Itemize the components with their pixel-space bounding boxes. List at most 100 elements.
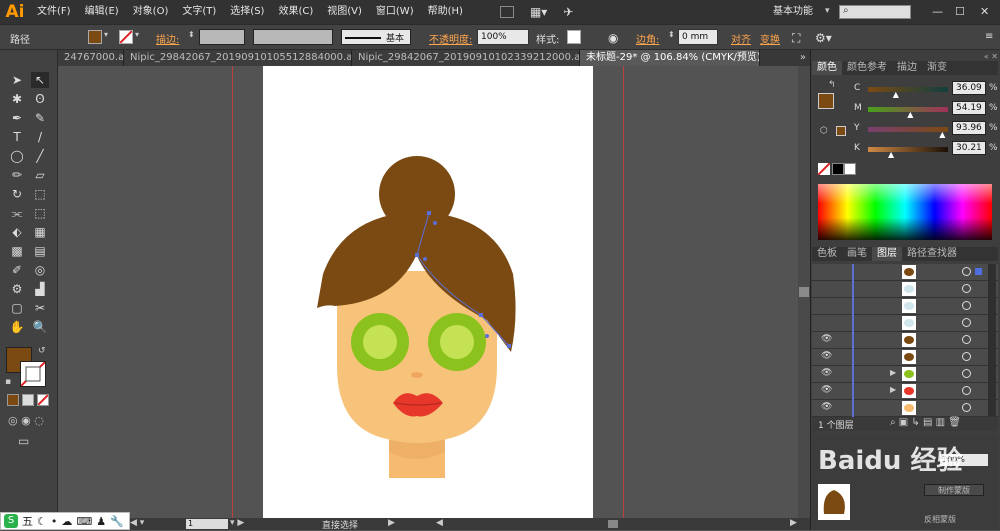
- prev-artboard-icon[interactable]: ◀ ▾: [130, 518, 144, 528]
- search-input[interactable]: ⌕: [839, 5, 911, 19]
- make-mask-button[interactable]: 制作蒙版: [924, 484, 984, 496]
- anchor-point[interactable]: [415, 253, 419, 257]
- tab-layers[interactable]: 图层: [872, 247, 902, 261]
- tab-gradient[interactable]: 渐变: [922, 61, 952, 75]
- tab-swatches[interactable]: 色板: [812, 247, 842, 261]
- panel-menu-icon[interactable]: ≡: [985, 31, 993, 42]
- tab-brushes[interactable]: 画笔: [842, 247, 872, 261]
- curvature-tool-icon[interactable]: ✎: [31, 110, 49, 126]
- menu-window[interactable]: 窗口(W): [369, 0, 421, 24]
- target-circle-icon[interactable]: [962, 284, 971, 293]
- screen-mode-icon[interactable]: ▭: [18, 434, 29, 448]
- tab-stroke[interactable]: 描边: [892, 61, 922, 75]
- anchor-handle[interactable]: [423, 257, 427, 261]
- punctuation-icon[interactable]: •: [51, 515, 58, 528]
- perspective-grid-tool-icon[interactable]: ▦: [31, 224, 49, 240]
- minimize-button[interactable]: —: [932, 5, 943, 18]
- target-circle-icon[interactable]: [962, 403, 971, 412]
- mesh-tool-icon[interactable]: ▩: [8, 243, 26, 259]
- menu-object[interactable]: 对象(O): [126, 0, 176, 24]
- tab-color-guide[interactable]: 颜色参考: [842, 61, 892, 75]
- free-transform-tool-icon[interactable]: ⬚: [31, 205, 49, 221]
- menu-file[interactable]: 文件(F): [30, 0, 78, 24]
- visibility-eye-icon[interactable]: 👁: [821, 368, 832, 378]
- eyedropper-tool-icon[interactable]: ✐: [8, 262, 26, 278]
- visibility-eye-icon[interactable]: 👁: [821, 351, 832, 361]
- blend-tool-icon[interactable]: ◎: [31, 262, 49, 278]
- arrange-documents-icon[interactable]: ▦▾: [530, 5, 547, 19]
- isolate-icon[interactable]: ⛶: [792, 31, 800, 46]
- artboard-tool-icon[interactable]: ▢: [8, 300, 26, 316]
- cucumber-left-inner[interactable]: [363, 325, 397, 359]
- layer-row[interactable]: 👁: [812, 400, 998, 417]
- mask-thumbnail[interactable]: [818, 484, 850, 520]
- layer-row[interactable]: 👁 ▶: [812, 366, 998, 383]
- channel-value-input[interactable]: 54.19: [952, 101, 986, 115]
- close-button[interactable]: ✕: [980, 5, 989, 18]
- column-graph-tool-icon[interactable]: ▟: [31, 281, 49, 297]
- layer-action-icons[interactable]: ⌕ ▣ ↳ ▤ ▥ 🗑: [890, 417, 961, 428]
- slider-knob-icon[interactable]: ▲: [888, 150, 894, 159]
- opacity-label[interactable]: 不透明度:: [429, 31, 472, 46]
- target-circle-icon[interactable]: [962, 335, 971, 344]
- tab-color[interactable]: 颜色: [812, 61, 842, 75]
- bridge-icon[interactable]: [499, 6, 514, 18]
- graphic-style-swatch[interactable]: [567, 30, 581, 44]
- channel-slider[interactable]: [868, 87, 948, 92]
- visibility-eye-icon[interactable]: 👁: [821, 385, 832, 395]
- none-mode-icon[interactable]: [37, 394, 49, 406]
- chevron-down-icon[interactable]: ▾: [104, 30, 108, 39]
- gradient-tool-icon[interactable]: ▤: [31, 243, 49, 259]
- document-tab[interactable]: Nipic_29842067_20190910105512884000.ai*×: [124, 50, 352, 66]
- menu-help[interactable]: 帮助(H): [421, 0, 470, 24]
- maximize-button[interactable]: ☐: [955, 5, 965, 18]
- moon-icon[interactable]: ☾: [37, 515, 47, 528]
- scale-tool-icon[interactable]: ⬚: [31, 186, 49, 202]
- invert-mask-checkbox[interactable]: 反相蒙版: [924, 514, 956, 525]
- expand-triangle-icon[interactable]: ▶: [890, 385, 896, 394]
- tab-pathfinder[interactable]: 路径查找器: [902, 247, 962, 261]
- user-icon[interactable]: ♟: [96, 515, 106, 528]
- scroll-left-icon[interactable]: ◀: [436, 518, 443, 528]
- artboard[interactable]: [263, 66, 593, 518]
- anchor-point[interactable]: [427, 211, 431, 215]
- document-tab[interactable]: Nipic_29842067_20190910102339212000.ai*×: [352, 50, 580, 66]
- visibility-eye-icon[interactable]: 👁: [821, 402, 832, 412]
- chevron-down-icon[interactable]: ▾: [825, 6, 830, 16]
- target-circle-icon[interactable]: [962, 267, 971, 276]
- anchor-point[interactable]: [479, 313, 483, 317]
- nose-shape[interactable]: [411, 372, 423, 378]
- keyboard-icon[interactable]: ⌨: [76, 515, 92, 528]
- eraser-tool-icon[interactable]: ▱: [31, 167, 49, 183]
- fill-swatch[interactable]: [88, 30, 102, 44]
- transform-link[interactable]: 变换: [760, 31, 780, 46]
- target-circle-icon[interactable]: [962, 352, 971, 361]
- stepper-icon[interactable]: ⬍: [188, 30, 195, 39]
- panel-collapse-icon[interactable]: « ✕: [812, 52, 998, 61]
- slider-knob-icon[interactable]: ▲: [907, 110, 913, 119]
- paintbrush-tool-icon[interactable]: ╱: [31, 148, 49, 164]
- wrench-icon[interactable]: 🔧: [110, 515, 124, 528]
- cloud-icon[interactable]: ☁: [61, 515, 72, 528]
- slider-knob-icon[interactable]: ▲: [939, 130, 945, 139]
- direct-selection-tool-icon[interactable]: ↖: [31, 72, 49, 88]
- target-circle-icon[interactable]: [962, 318, 971, 327]
- type-tool-icon[interactable]: T: [8, 129, 26, 145]
- target-circle-icon[interactable]: [962, 369, 971, 378]
- layer-row[interactable]: [812, 281, 998, 298]
- stepper-icon[interactable]: ⬍: [668, 30, 675, 39]
- black-swatch[interactable]: [832, 163, 844, 175]
- expand-triangle-icon[interactable]: ▶: [890, 368, 896, 377]
- gradient-mode-icon[interactable]: [22, 394, 34, 406]
- white-swatch[interactable]: [844, 163, 856, 175]
- document-tab-active[interactable]: 未标题-29* @ 106.84% (CMYK/预览)×: [580, 50, 760, 66]
- draw-mode-icon[interactable]: ◎ ◉ ◌: [8, 414, 44, 427]
- rotate-tool-icon[interactable]: ↻: [8, 186, 26, 202]
- target-circle-icon[interactable]: [962, 301, 971, 310]
- channel-value-input[interactable]: 36.09: [952, 81, 986, 95]
- layer-row[interactable]: 👁: [812, 349, 998, 366]
- corner-radius-input[interactable]: 0 mm: [678, 29, 718, 45]
- layer-row[interactable]: [812, 298, 998, 315]
- menu-select[interactable]: 选择(S): [223, 0, 271, 24]
- zoom-tool-icon[interactable]: 🔍: [31, 319, 49, 335]
